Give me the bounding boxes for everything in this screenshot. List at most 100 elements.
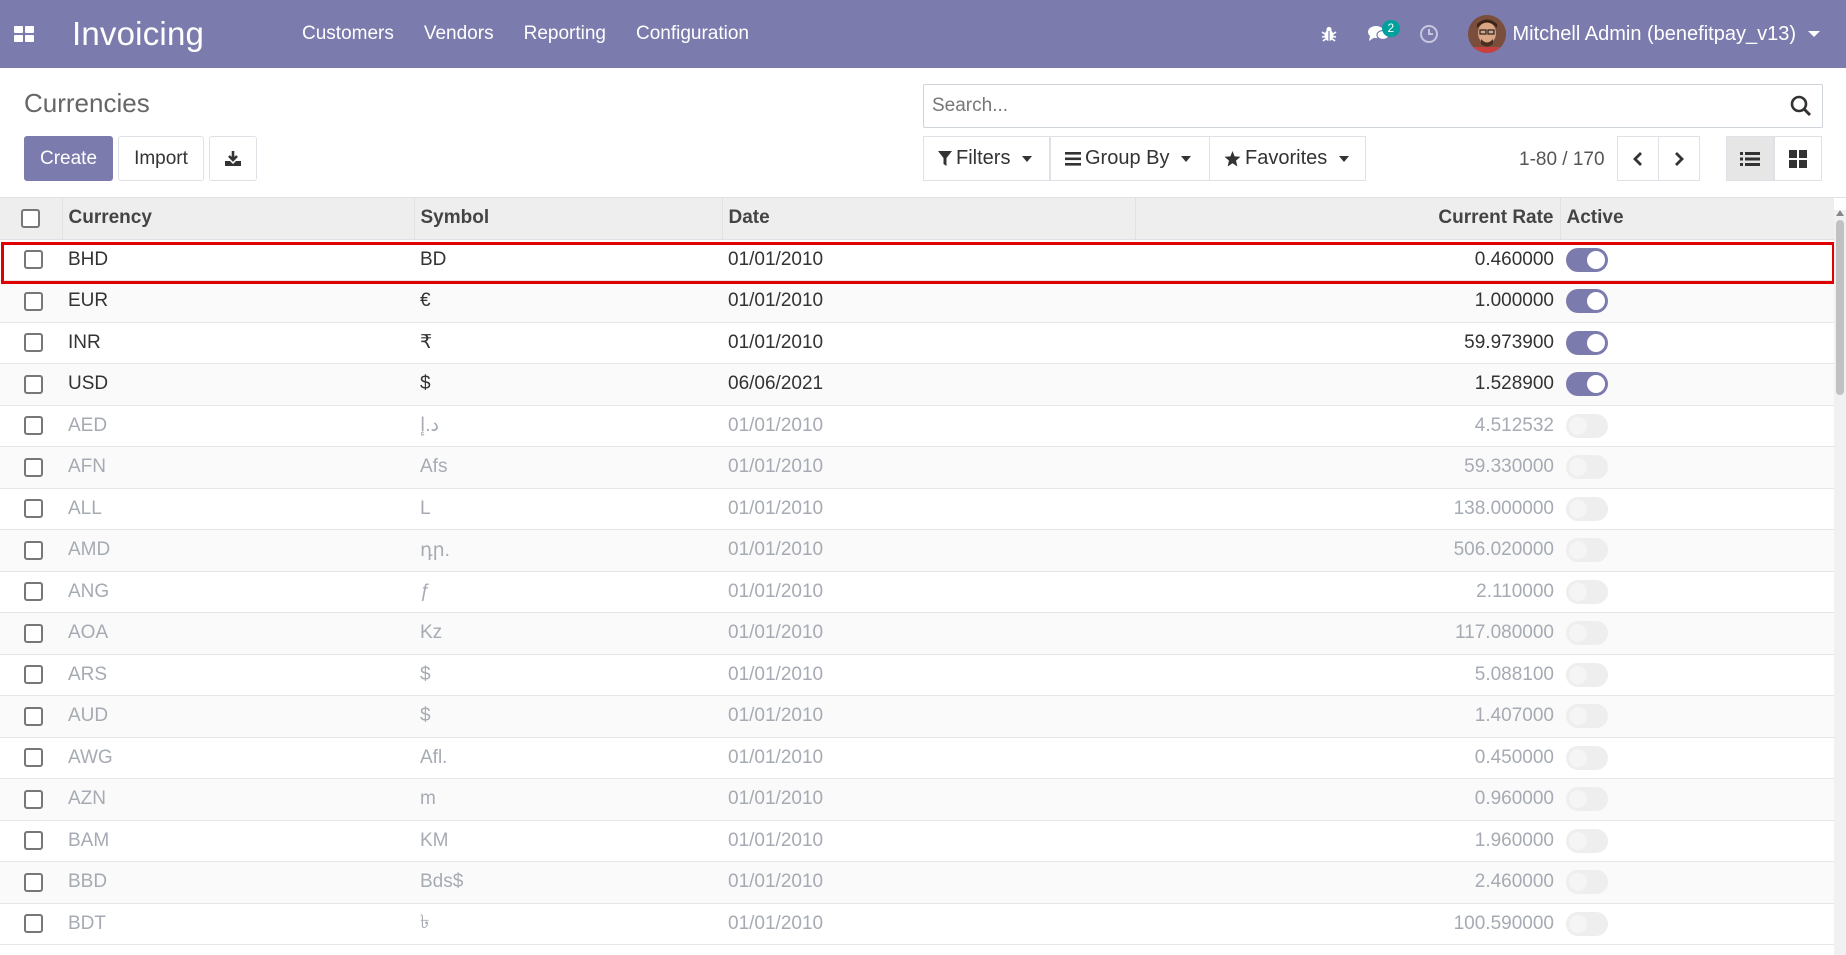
date-cell[interactable]: 01/01/2010 xyxy=(722,820,1135,862)
date-cell[interactable]: 01/01/2010 xyxy=(722,446,1135,489)
date-cell[interactable]: 01/01/2010 xyxy=(722,654,1135,696)
currency-cell[interactable]: AZN xyxy=(62,778,414,821)
table-row[interactable]: INR ₹01/01/2010 59.973900 xyxy=(0,322,1834,364)
active-toggle[interactable] xyxy=(1566,828,1608,853)
row-checkbox[interactable] xyxy=(24,374,43,394)
favorites-dropdown[interactable]: Favorites xyxy=(1209,136,1366,181)
active-toggle[interactable] xyxy=(1566,538,1608,563)
currency-cell[interactable]: AWG xyxy=(62,737,414,779)
currency-cell[interactable]: EUR xyxy=(62,280,414,323)
currency-cell[interactable]: INR xyxy=(62,322,414,364)
symbol-cell[interactable]: BD xyxy=(414,239,722,281)
import-button[interactable]: Import xyxy=(118,136,204,181)
current-rate-cell[interactable]: 506.020000 xyxy=(1135,529,1560,572)
table-row[interactable]: BHD BD 01/01/2010 0.460000 xyxy=(0,239,1834,281)
current-rate-cell[interactable]: 0.460000 xyxy=(1135,239,1560,281)
active-toggle[interactable] xyxy=(1566,704,1608,729)
row-checkbox[interactable] xyxy=(24,540,43,560)
search-icon[interactable] xyxy=(1790,95,1812,117)
currency-cell[interactable]: BBD xyxy=(62,861,414,904)
active-toggle[interactable] xyxy=(1566,289,1608,314)
scroll-up-arrow-icon[interactable] xyxy=(1836,210,1844,216)
currency-cell[interactable]: AUD xyxy=(62,695,414,738)
active-toggle[interactable] xyxy=(1566,372,1608,397)
date-cell[interactable]: 01/01/2010 xyxy=(722,405,1135,447)
current-rate-cell[interactable]: 59.973900 xyxy=(1135,322,1560,364)
menu-vendors[interactable]: Vendors xyxy=(409,0,509,68)
symbol-cell[interactable]: ₹ xyxy=(414,322,722,364)
menu-configuration[interactable]: Configuration xyxy=(621,0,764,68)
row-checkbox[interactable] xyxy=(24,623,43,643)
active-toggle[interactable] xyxy=(1566,247,1608,272)
currency-cell[interactable]: ALL xyxy=(62,488,414,530)
kanban-view-button[interactable] xyxy=(1774,136,1822,181)
menu-customers[interactable]: Customers xyxy=(287,0,409,68)
apps-menu-button[interactable] xyxy=(0,0,48,68)
export-button[interactable] xyxy=(209,136,257,181)
date-cell[interactable]: 01/01/2010 xyxy=(722,778,1135,821)
active-toggle[interactable] xyxy=(1566,496,1608,521)
current-rate-cell[interactable]: 1.960000 xyxy=(1135,820,1560,862)
current-rate-cell[interactable]: 4.512532 xyxy=(1135,405,1560,447)
active-toggle[interactable] xyxy=(1566,911,1608,936)
symbol-cell[interactable]: m xyxy=(414,778,722,821)
row-checkbox[interactable] xyxy=(24,333,43,353)
current-rate-cell[interactable]: 2.460000 xyxy=(1135,861,1560,904)
current-rate-cell[interactable]: 0.960000 xyxy=(1135,778,1560,821)
create-button[interactable]: Create xyxy=(24,136,113,181)
column-header-symbol[interactable]: Symbol xyxy=(414,198,723,240)
active-toggle[interactable] xyxy=(1566,579,1608,604)
row-checkbox[interactable] xyxy=(24,582,43,602)
symbol-cell[interactable]: د.إ xyxy=(414,405,722,447)
active-toggle[interactable] xyxy=(1566,413,1608,438)
active-toggle[interactable] xyxy=(1566,745,1608,770)
date-cell[interactable]: 01/01/2010 xyxy=(722,280,1135,323)
active-toggle[interactable] xyxy=(1566,870,1608,895)
symbol-cell[interactable]: ৳ xyxy=(414,903,722,945)
column-header-active[interactable]: Active xyxy=(1560,198,1834,240)
currency-cell[interactable]: BAM xyxy=(62,820,414,862)
symbol-cell[interactable]: L xyxy=(414,488,722,530)
currency-cell[interactable]: ARS xyxy=(62,654,414,696)
table-row[interactable]: EUR €01/01/2010 1.000000 xyxy=(0,280,1834,323)
current-rate-cell[interactable]: 1.000000 xyxy=(1135,280,1560,323)
date-cell[interactable]: 01/01/2010 xyxy=(722,737,1135,779)
pager-previous-button[interactable] xyxy=(1617,136,1659,181)
row-checkbox[interactable] xyxy=(24,789,43,809)
row-checkbox[interactable] xyxy=(24,831,43,851)
row-checkbox[interactable] xyxy=(24,665,43,685)
list-view-button[interactable] xyxy=(1726,136,1774,181)
symbol-cell[interactable]: դր. xyxy=(414,529,722,572)
pager-next-button[interactable] xyxy=(1658,136,1700,181)
symbol-cell[interactable]: KM xyxy=(414,820,722,862)
row-checkbox[interactable] xyxy=(24,250,43,270)
table-row[interactable]: BAM KM 01/01/2010 1.960000 xyxy=(0,820,1834,862)
select-all-checkbox[interactable] xyxy=(21,208,40,228)
column-header-current-rate[interactable]: Current Rate xyxy=(1135,198,1561,240)
messaging-button[interactable]: 2 xyxy=(1354,0,1404,68)
table-row[interactable]: BDT ৳ 01/01/2010 100.590000 xyxy=(0,903,1834,945)
currency-cell[interactable]: AMD xyxy=(62,529,414,572)
symbol-cell[interactable]: $ xyxy=(414,654,722,696)
row-checkbox[interactable] xyxy=(24,748,43,768)
group-by-dropdown[interactable]: Group By xyxy=(1050,136,1210,181)
current-rate-cell[interactable]: 0.450000 xyxy=(1135,737,1560,779)
currency-cell[interactable]: AOA xyxy=(62,612,414,655)
date-cell[interactable]: 01/01/2010 xyxy=(722,488,1135,530)
current-rate-cell[interactable]: 1.407000 xyxy=(1135,695,1560,738)
table-row[interactable]: AUD $01/01/2010 1.407000 xyxy=(0,695,1834,738)
table-row[interactable]: BBD Bds$ 01/01/2010 2.460000 xyxy=(0,861,1834,904)
activity-button[interactable] xyxy=(1404,0,1454,68)
table-row[interactable]: AED د.إ 01/01/2010 4.512532 xyxy=(0,405,1834,447)
currency-cell[interactable]: AFN xyxy=(62,446,414,489)
user-menu[interactable]: Mitchell Admin (benefitpay_v13) xyxy=(1454,0,1846,68)
table-row[interactable]: AZN m 01/01/2010 0.960000 xyxy=(0,778,1834,821)
row-checkbox[interactable] xyxy=(24,914,43,934)
search-input[interactable] xyxy=(924,86,1784,126)
current-rate-cell[interactable]: 117.080000 xyxy=(1135,612,1560,655)
row-checkbox[interactable] xyxy=(24,499,43,519)
currency-cell[interactable]: AED xyxy=(62,405,414,447)
symbol-cell[interactable]: Afs xyxy=(414,446,722,489)
table-row[interactable]: AWG Afl. 01/01/2010 0.450000 xyxy=(0,737,1834,779)
symbol-cell[interactable]: $ xyxy=(414,363,722,406)
